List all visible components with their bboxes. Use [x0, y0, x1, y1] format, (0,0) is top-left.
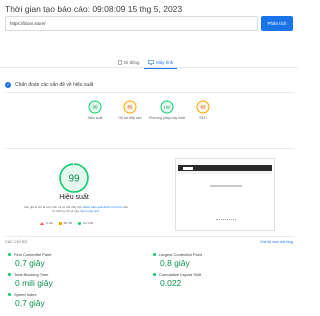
- screenshot-logo: [183, 166, 193, 170]
- diagnose-label: Chẩn đoán các vấn đề về hiệu suất: [15, 82, 94, 88]
- performance-gauge: 99: [59, 163, 89, 193]
- score-label: Hỗ trợ tiếp cận: [118, 116, 142, 120]
- metric-name: Cumulative Layout Shift: [159, 272, 202, 277]
- score-value: 99: [92, 105, 98, 110]
- metric-name: Largest Contentful Paint: [159, 252, 202, 257]
- url-input[interactable]: [5, 16, 258, 31]
- check-icon: ✓: [5, 82, 11, 88]
- score-legend: 0–49 50–89 90–100: [40, 221, 93, 225]
- url-bar: Phân tích: [5, 16, 293, 32]
- divider: [5, 236, 293, 237]
- performance-title: Hiệu suất: [59, 194, 89, 201]
- score-seo[interactable]: 83 SEO: [183, 100, 223, 121]
- performance-note: Các giá trị chỉ là ước tính và có thể th…: [22, 205, 130, 213]
- score-gauge: 100: [160, 100, 174, 114]
- good-indicator-icon: [8, 293, 11, 296]
- screenshot-content: [210, 185, 242, 187]
- metric-name: Speed Index: [14, 292, 37, 297]
- score-accessibility[interactable]: 85 Hỗ trợ tiếp cận: [110, 100, 150, 121]
- divider: [5, 92, 293, 93]
- device-tabs: Di động Máy tính: [0, 56, 298, 69]
- metric-lcp: Largest Contentful Paint 0,8 giây: [153, 252, 273, 268]
- score-value: 100: [164, 105, 171, 110]
- score-gauge: 99: [88, 100, 102, 114]
- score-summary: 99 Hiệu suất 85 Hỗ trợ tiếp cận 100 Phươ…: [0, 100, 298, 142]
- tab-mobile[interactable]: Di động: [118, 56, 140, 68]
- legend-poor: 0–49: [40, 221, 53, 225]
- score-best-practices[interactable]: 100 Phương pháp hay nhất: [147, 100, 187, 121]
- legend-label: 50–89: [63, 221, 73, 225]
- screenshot-dots: [216, 219, 236, 221]
- divider: [5, 148, 293, 149]
- metric-speed-index: Speed Index 0,7 giây: [8, 292, 128, 308]
- diagnose-section-header: ✓ Chẩn đoán các vấn đề về hiệu suất: [5, 82, 93, 88]
- tab-mobile-label: Di động: [124, 59, 140, 65]
- phone-icon: [118, 59, 122, 65]
- metric-name: First Contentful Paint: [14, 252, 52, 257]
- metric-value: 0.022: [160, 278, 182, 288]
- score-gauge: 83: [196, 100, 210, 114]
- score-label: Phương pháp hay nhất: [149, 116, 185, 120]
- report-time: Thời gian tạo báo cáo: 09:08:09 15 thg 5…: [5, 4, 183, 14]
- legend-label: 0–49: [46, 221, 53, 225]
- good-indicator-icon: [153, 273, 156, 276]
- score-label: SEO: [199, 116, 207, 120]
- metric-name: Total Blocking Time: [14, 272, 49, 277]
- good-indicator-icon: [8, 253, 11, 256]
- metric-value: 0 mili giây: [15, 278, 53, 288]
- performance-score: 99: [68, 174, 80, 185]
- desktop-icon: [148, 59, 154, 65]
- score-label: Hiệu suất: [87, 116, 103, 120]
- page-screenshot: [175, 158, 275, 231]
- tab-desktop[interactable]: Máy tính: [143, 56, 178, 69]
- metric-value: 0,7 giây: [15, 258, 45, 268]
- metric-fcp: First Contentful Paint 0,7 giây: [8, 252, 128, 268]
- legend-good: 90–100: [78, 221, 93, 225]
- circle-icon: [78, 221, 82, 225]
- legend-label: 90–100: [83, 221, 94, 225]
- calculator-link[interactable]: Xem máy tính.: [80, 209, 99, 213]
- legend-average: 50–89: [58, 221, 73, 225]
- metrics-header: CÁC CHỈ SỐ Chế độ xem mở rộng: [5, 240, 293, 246]
- triangle-icon: [40, 221, 44, 225]
- good-indicator-icon: [153, 253, 156, 256]
- expand-view-toggle[interactable]: Chế độ xem mở rộng: [260, 240, 293, 244]
- score-performance[interactable]: 99 Hiệu suất: [75, 100, 115, 121]
- square-icon: [58, 221, 62, 225]
- tab-desktop-label: Máy tính: [156, 59, 174, 65]
- good-indicator-icon: [8, 273, 11, 276]
- score-gauge: 85: [123, 100, 137, 114]
- metric-value: 0,7 giây: [15, 298, 45, 308]
- metric-value: 0,8 giây: [160, 258, 190, 268]
- metric-tbt: Total Blocking Time 0 mili giây: [8, 272, 128, 288]
- score-value: 83: [200, 105, 206, 110]
- metric-cls: Cumulative Layout Shift 0.022: [153, 272, 273, 288]
- metrics-title: CÁC CHỈ SỐ: [5, 240, 28, 244]
- score-value: 85: [127, 105, 133, 110]
- analyze-button[interactable]: Phân tích: [261, 16, 293, 31]
- screenshot-nav: [178, 171, 272, 174]
